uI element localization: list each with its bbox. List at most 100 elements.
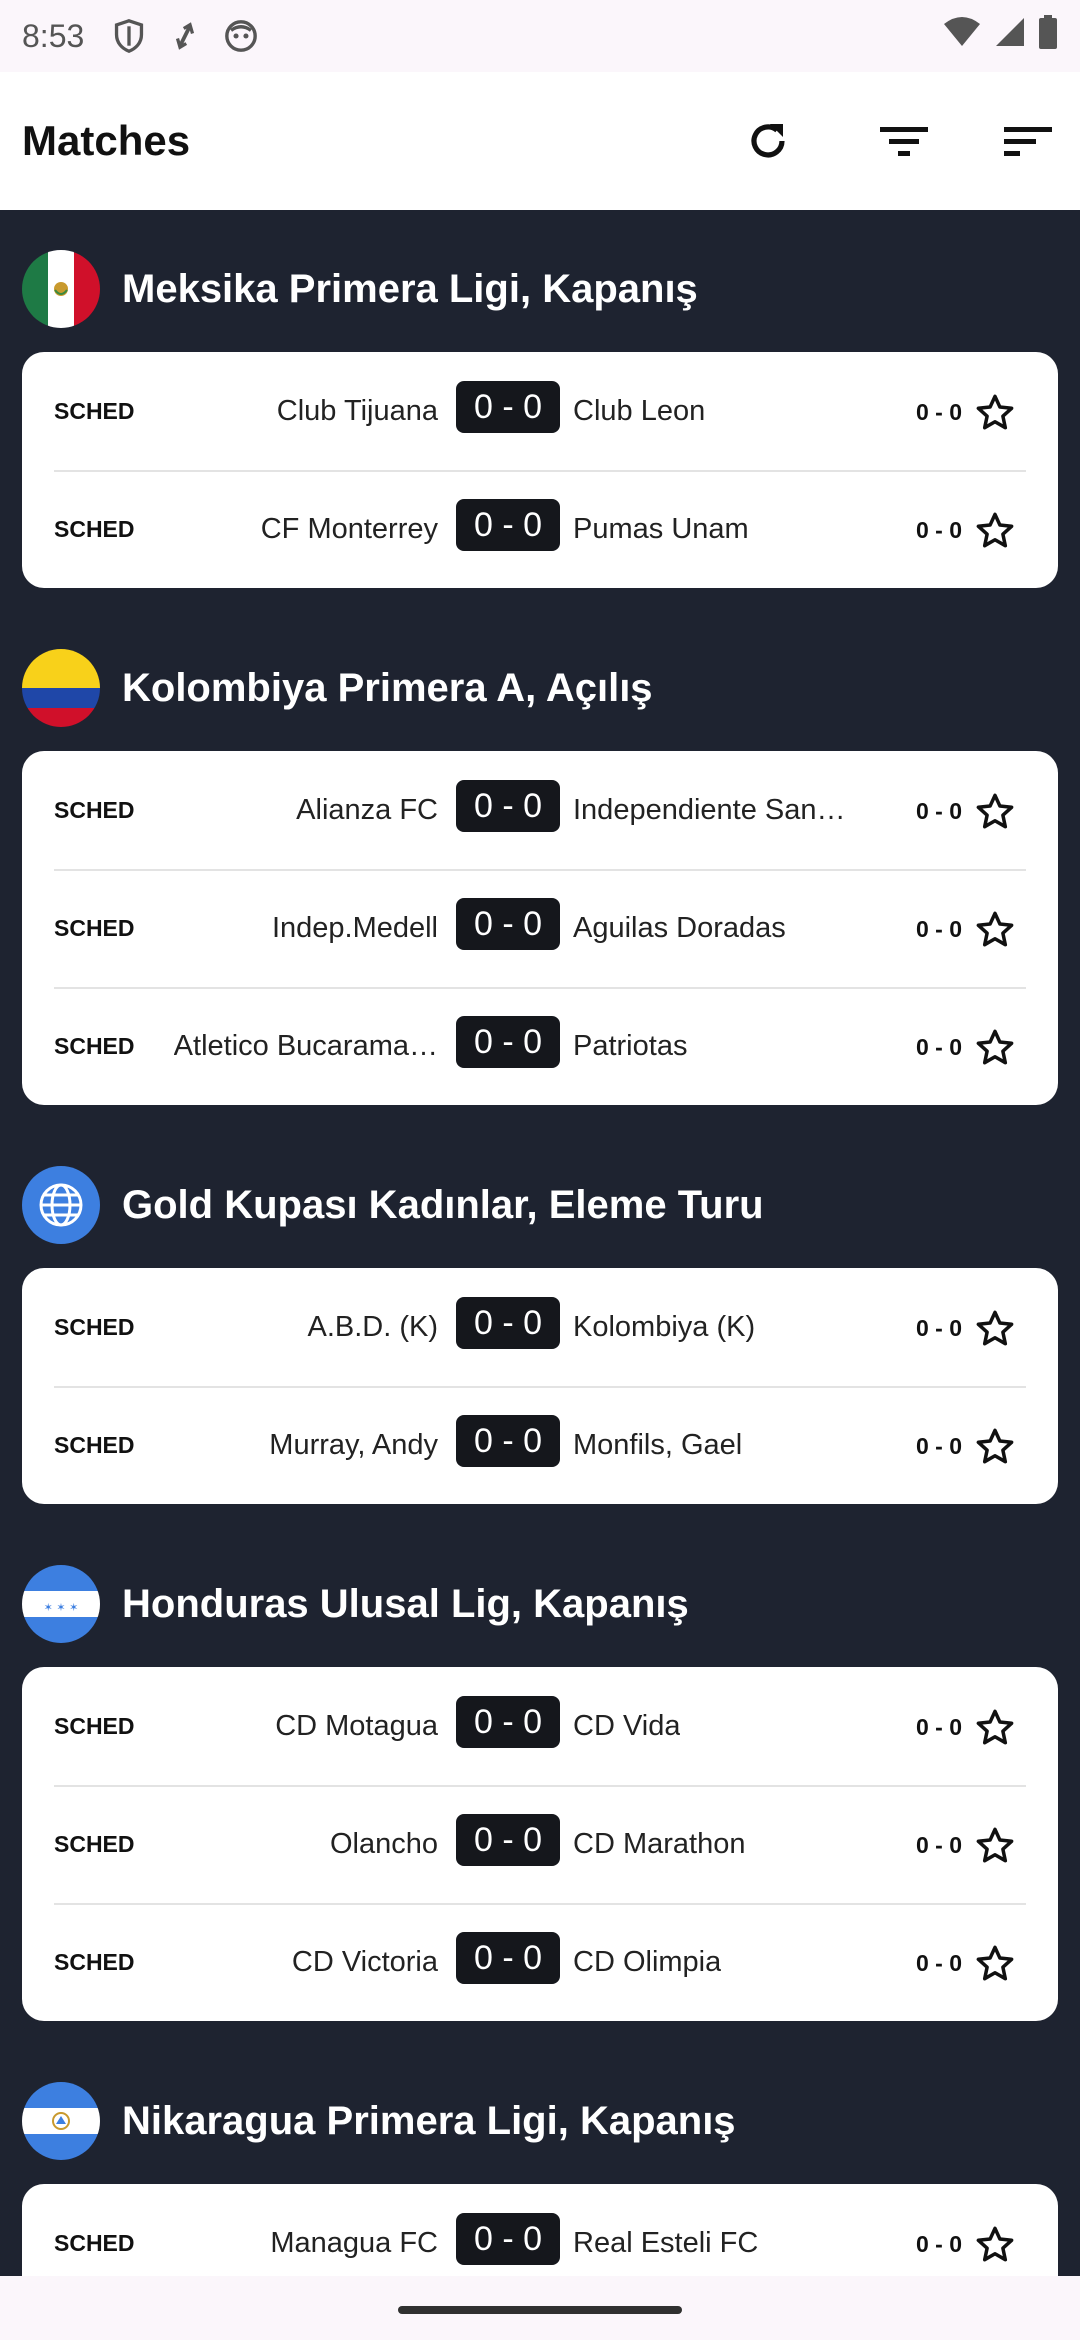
svg-text:✶ ✶ ✶: ✶ ✶ ✶ xyxy=(44,1601,79,1614)
home-team: Club Tijuana xyxy=(276,395,438,427)
score-badge: 0 - 0 xyxy=(456,381,560,433)
favorite-star-icon[interactable] xyxy=(974,510,1016,552)
half-time-score: 0 - 0 xyxy=(915,399,962,425)
away-team: Kolombiya (K) xyxy=(573,1311,756,1343)
match-row[interactable]: SCHED Indep.Medell 0 - 0 Aguilas Doradas… xyxy=(22,869,1058,987)
half-time-score: 0 - 0 xyxy=(915,517,962,543)
match-row[interactable]: SCHED CF Monterrey 0 - 0 Pumas Unam 0 - … xyxy=(22,470,1058,588)
match-row[interactable]: SCHED Alianza FC 0 - 0 Independiente San… xyxy=(22,751,1058,869)
favorite-star-icon[interactable] xyxy=(974,1027,1016,1069)
home-team: A.B.D. (K) xyxy=(307,1311,438,1343)
battery-icon xyxy=(1038,15,1058,57)
favorite-star-icon[interactable] xyxy=(974,1707,1016,1749)
favorite-star-icon[interactable] xyxy=(974,1943,1016,1985)
nicaragua-flag-icon xyxy=(22,2082,100,2160)
away-team: CD Olimpia xyxy=(573,1946,722,1978)
score-badge: 0 - 0 xyxy=(456,898,560,950)
refresh-button[interactable] xyxy=(738,111,798,171)
match-status: SCHED xyxy=(54,915,135,941)
match-status: SCHED xyxy=(54,1949,135,1975)
league-header[interactable]: Meksika Primera Ligi, Kapanış xyxy=(22,249,698,329)
sort-icon xyxy=(1004,127,1052,156)
home-team: Alianza FC xyxy=(296,794,438,826)
favorite-star-icon[interactable] xyxy=(974,392,1016,434)
home-gesture-handle[interactable] xyxy=(398,2306,682,2314)
home-team: Managua FC xyxy=(270,2227,438,2259)
half-time-score: 0 - 0 xyxy=(915,1034,962,1060)
league-card: SCHED Managua FC 0 - 0 Real Esteli FC 0 … xyxy=(22,2184,1058,2276)
home-team: Murray, Andy xyxy=(269,1429,438,1461)
favorite-star-icon[interactable] xyxy=(974,1426,1016,1468)
status-bar: 8:53 xyxy=(0,0,1080,72)
league-header[interactable]: Kolombiya Primera A, Açılış xyxy=(22,648,653,728)
league-header[interactable]: Gold Kupası Kadınlar, Eleme Turu xyxy=(22,1165,764,1245)
refresh-icon xyxy=(751,124,785,158)
score-badge: 0 - 0 xyxy=(456,1415,560,1467)
score-badge: 0 - 0 xyxy=(456,499,560,551)
half-time-score: 0 - 0 xyxy=(915,1714,962,1740)
honduras-flag-icon: ✶ ✶ ✶ xyxy=(22,1565,100,1643)
league-header[interactable]: ✶ ✶ ✶ Honduras Ulusal Lig, Kapanış xyxy=(22,1564,689,1644)
away-team: Aguilas Doradas xyxy=(573,912,786,944)
match-status: SCHED xyxy=(54,1033,135,1059)
half-time-score: 0 - 0 xyxy=(915,916,962,942)
match-row[interactable]: SCHED Club Tijuana 0 - 0 Club Leon 0 - 0 xyxy=(22,352,1058,470)
score-badge: 0 - 0 xyxy=(456,2213,560,2265)
match-row[interactable]: SCHED Managua FC 0 - 0 Real Esteli FC 0 … xyxy=(22,2184,1058,2276)
match-status: SCHED xyxy=(54,398,135,424)
half-time-score: 0 - 0 xyxy=(915,798,962,824)
sort-button[interactable] xyxy=(998,111,1058,171)
app-bar: Matches xyxy=(0,72,1080,210)
status-time: 8:53 xyxy=(22,17,85,54)
league-name: Meksika Primera Ligi, Kapanış xyxy=(122,266,698,311)
match-row[interactable]: SCHED CD Victoria 0 - 0 CD Olimpia 0 - 0 xyxy=(22,1903,1058,2021)
signal-icon xyxy=(994,16,1026,56)
half-time-score: 0 - 0 xyxy=(915,1433,962,1459)
sync-icon xyxy=(172,21,198,51)
score-badge: 0 - 0 xyxy=(456,780,560,832)
score-badge: 0 - 0 xyxy=(456,1932,560,1984)
league-card: SCHED A.B.D. (K) 0 - 0 Kolombiya (K) 0 -… xyxy=(22,1268,1058,1504)
league-header[interactable]: Nikaragua Primera Ligi, Kapanış xyxy=(22,2081,736,2161)
home-team: CD Victoria xyxy=(291,1946,438,1978)
match-status: SCHED xyxy=(54,1831,135,1857)
score-badge: 0 - 0 xyxy=(456,1814,560,1866)
half-time-score: 0 - 0 xyxy=(915,2231,962,2257)
home-team: Olancho xyxy=(329,1828,438,1860)
shield-icon xyxy=(112,18,146,54)
match-row[interactable]: SCHED A.B.D. (K) 0 - 0 Kolombiya (K) 0 -… xyxy=(22,1268,1058,1386)
home-team: Indep.Medell xyxy=(271,912,438,944)
filter-icon xyxy=(880,127,928,156)
favorite-star-icon[interactable] xyxy=(974,1308,1016,1350)
match-row[interactable]: SCHED Atletico Bucarama… 0 - 0 Patriotas… xyxy=(22,987,1058,1105)
league-name: Gold Kupası Kadınlar, Eleme Turu xyxy=(122,1182,764,1227)
match-row[interactable]: SCHED CD Motagua 0 - 0 CD Vida 0 - 0 xyxy=(22,1667,1058,1785)
home-team: Atletico Bucarama… xyxy=(173,1030,438,1062)
league-card: SCHED Club Tijuana 0 - 0 Club Leon 0 - 0… xyxy=(22,352,1058,588)
filter-button[interactable] xyxy=(874,111,934,171)
league-name: Kolombiya Primera A, Açılış xyxy=(122,665,653,710)
globe-icon xyxy=(22,1166,100,1244)
favorite-star-icon[interactable] xyxy=(974,2224,1016,2266)
favorite-star-icon[interactable] xyxy=(974,1825,1016,1867)
assistant-icon xyxy=(224,19,258,53)
match-list[interactable]: Meksika Primera Ligi, Kapanış SCHED Club… xyxy=(0,210,1080,2276)
favorite-star-icon[interactable] xyxy=(974,909,1016,951)
navigation-bar xyxy=(0,2276,1080,2340)
league-name: Nikaragua Primera Ligi, Kapanış xyxy=(122,2098,736,2143)
match-status: SCHED xyxy=(54,1432,135,1458)
wifi-icon xyxy=(942,16,982,56)
league-card: SCHED Alianza FC 0 - 0 Independiente San… xyxy=(22,751,1058,1105)
match-row[interactable]: SCHED Olancho 0 - 0 CD Marathon 0 - 0 xyxy=(22,1785,1058,1903)
league-name: Honduras Ulusal Lig, Kapanış xyxy=(122,1581,689,1626)
mexico-flag-icon xyxy=(22,250,100,328)
half-time-score: 0 - 0 xyxy=(915,1315,962,1341)
score-badge: 0 - 0 xyxy=(456,1696,560,1748)
away-team: Monfils, Gael xyxy=(573,1429,743,1461)
favorite-star-icon[interactable] xyxy=(974,791,1016,833)
score-badge: 0 - 0 xyxy=(456,1297,560,1349)
match-status: SCHED xyxy=(54,1314,135,1340)
league-card: SCHED CD Motagua 0 - 0 CD Vida 0 - 0 SCH… xyxy=(22,1667,1058,2021)
match-row[interactable]: SCHED Murray, Andy 0 - 0 Monfils, Gael 0… xyxy=(22,1386,1058,1504)
away-team: CD Marathon xyxy=(573,1828,746,1860)
